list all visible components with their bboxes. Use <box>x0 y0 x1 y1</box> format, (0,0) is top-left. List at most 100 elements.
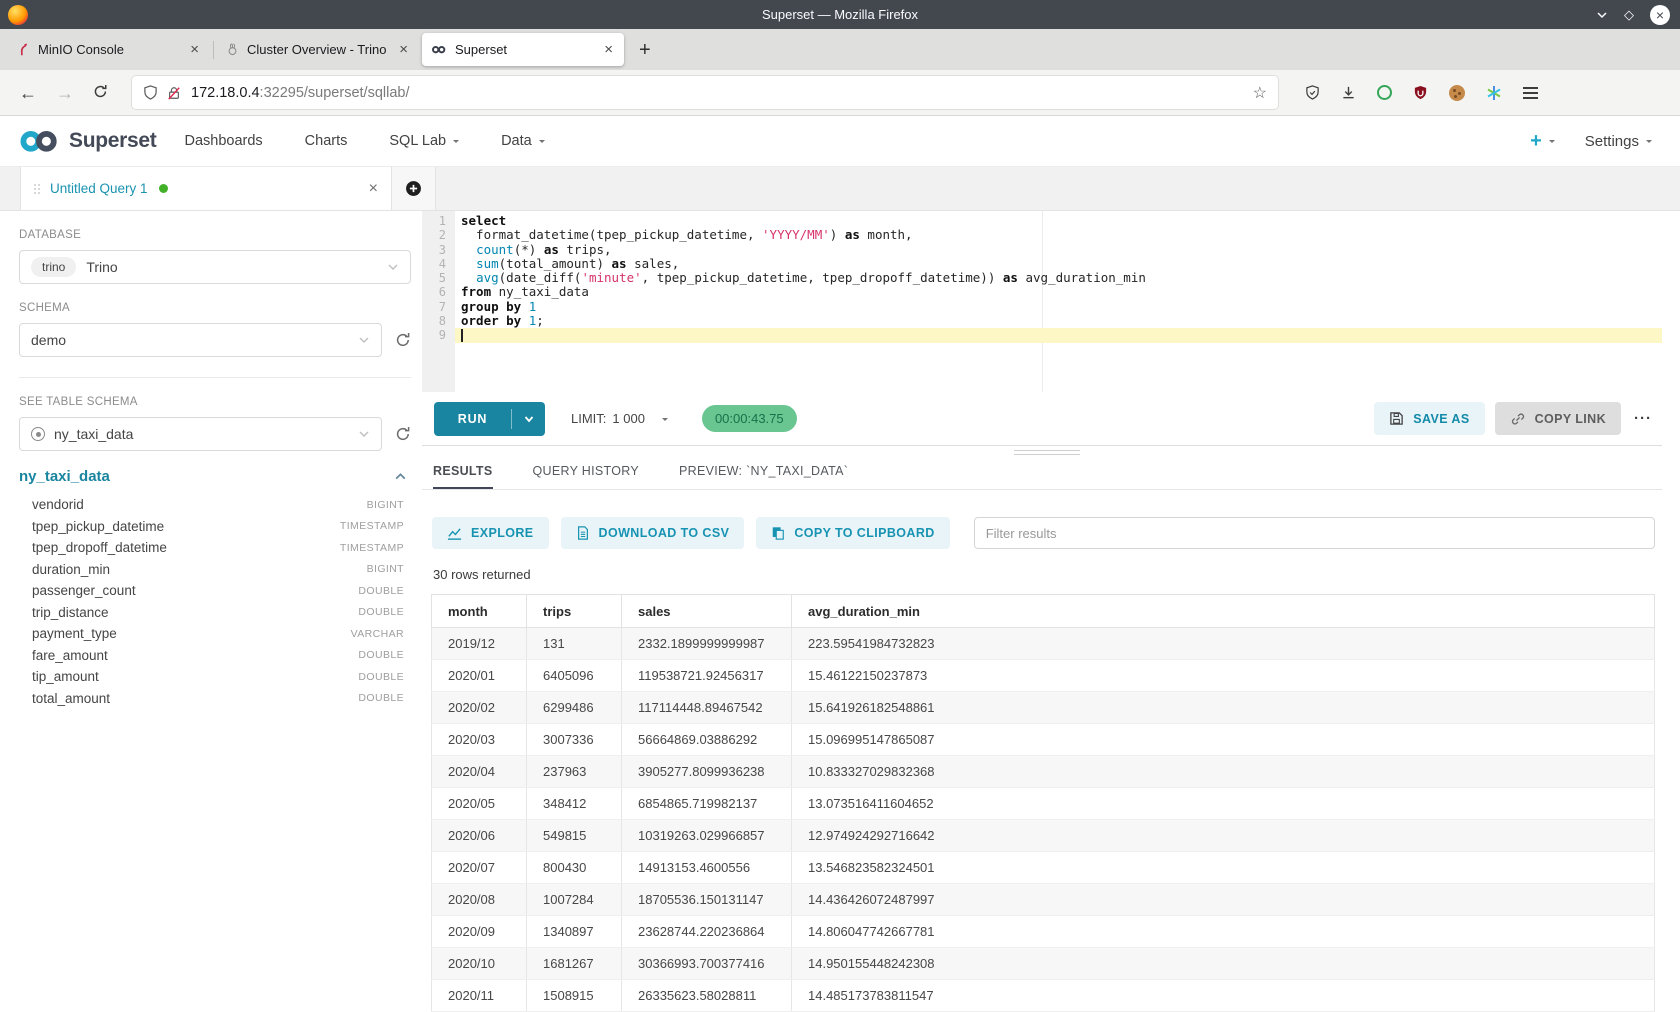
code-line-3[interactable]: count(*) as trips, <box>455 243 1662 257</box>
browser-tab-superset[interactable]: Superset × <box>422 33 624 66</box>
download-csv-button[interactable]: DOWNLOAD TO CSV <box>561 517 745 549</box>
column-header-sales[interactable]: sales <box>622 595 792 628</box>
reload-button[interactable] <box>93 84 108 102</box>
browser-tab-minio[interactable]: MinIO Console × <box>8 33 210 66</box>
schema-column-tpep-pickup-datetime[interactable]: tpep_pickup_datetimeTIMESTAMP <box>19 516 411 538</box>
add-query-tab-button[interactable] <box>392 167 436 210</box>
table-name-heading[interactable]: ny_taxi_data <box>19 468 110 485</box>
url-bar[interactable]: 172.18.0.4 :32295/superset/sqllab/ ☆ <box>132 76 1278 109</box>
nav-item-label: Charts <box>305 133 348 149</box>
code-line-7[interactable]: group by 1 <box>455 300 1662 314</box>
window-close-icon[interactable]: × <box>1650 5 1670 25</box>
superset-logo[interactable]: Superset <box>16 129 156 154</box>
nav-item-charts[interactable]: Charts <box>305 133 348 149</box>
ublock-icon[interactable] <box>1413 85 1428 100</box>
window-maximize-icon[interactable]: ◇ <box>1624 7 1634 23</box>
table-row[interactable]: 2020/11150891526335623.5802881114.485173… <box>432 980 1655 1012</box>
menu-hamburger-icon[interactable] <box>1523 84 1538 102</box>
schema-column-tip-amount[interactable]: tip_amountDOUBLE <box>19 666 411 688</box>
table-row[interactable]: 2020/10168126730366993.70037741614.95015… <box>432 948 1655 980</box>
schema-column-payment-type[interactable]: payment_typeVARCHAR <box>19 623 411 645</box>
table-row[interactable]: 2020/0780043014913153.460055613.54682358… <box>432 852 1655 884</box>
copy-clipboard-button[interactable]: COPY TO CLIPBOARD <box>756 517 949 549</box>
splitter-grip[interactable] <box>1014 447 1080 455</box>
schema-column-tpep-dropoff-datetime[interactable]: tpep_dropoff_datetimeTIMESTAMP <box>19 537 411 559</box>
new-tab-button[interactable]: + <box>639 40 651 60</box>
database-select[interactable]: trino Trino <box>19 250 411 284</box>
snowflake-extension-icon[interactable] <box>1486 85 1502 101</box>
query-tab-active[interactable]: Untitled Query 1 × <box>20 167 392 210</box>
schema-column-vendorid[interactable]: vendorid BIGINT <box>19 494 411 516</box>
tab-close-icon[interactable]: × <box>188 42 201 57</box>
schema-column-fare-amount[interactable]: fare_amountDOUBLE <box>19 645 411 667</box>
back-button[interactable]: ← <box>19 84 37 102</box>
table-row[interactable]: 2020/0654981510319263.02996685712.974924… <box>432 820 1655 852</box>
column-name: vendorid <box>32 497 84 512</box>
pocket-shield-icon[interactable] <box>1305 85 1320 100</box>
pane-splitter[interactable] <box>422 445 1662 452</box>
table-select[interactable]: ny_taxi_data <box>19 417 382 451</box>
save-as-button[interactable]: SAVE AS <box>1374 402 1484 435</box>
run-button[interactable]: RUN <box>434 402 545 436</box>
code-line-4[interactable]: sum(total_amount) as sales, <box>455 257 1662 271</box>
tab-close-icon[interactable]: × <box>602 42 615 57</box>
explore-button[interactable]: EXPLORE <box>432 517 549 549</box>
code-line-8[interactable]: order by 1; <box>455 314 1662 328</box>
copy-link-button[interactable]: COPY LINK <box>1495 402 1621 435</box>
table-row[interactable]: 2020/09134089723628744.22023686414.80604… <box>432 916 1655 948</box>
results-tab-query-history[interactable]: QUERY HISTORY <box>533 455 639 489</box>
nav-item-sql-lab[interactable]: SQL Lab <box>389 133 459 149</box>
column-header-month[interactable]: month <box>432 595 527 628</box>
code-token: group by <box>461 299 521 314</box>
nav-item-data[interactable]: Data <box>501 133 545 149</box>
results-tab-results[interactable]: RESULTS <box>433 455 493 489</box>
collapse-chevron-up-icon[interactable] <box>394 470 407 483</box>
settings-menu[interactable]: Settings <box>1585 133 1652 150</box>
schema-column-total-amount[interactable]: total_amountDOUBLE <box>19 688 411 710</box>
table-row[interactable]: 2019/121312332.1899999999987223.59541984… <box>432 628 1655 660</box>
nav-item-dashboards[interactable]: Dashboards <box>184 133 262 149</box>
code-line-6[interactable]: from ny_taxi_data <box>455 285 1662 299</box>
code-line-2[interactable]: format_datetime(tpep_pickup_datetime, 'Y… <box>455 228 1662 242</box>
schema-column-trip-distance[interactable]: trip_distanceDOUBLE <box>19 602 411 624</box>
table-cell: 3905277.8099936238 <box>622 756 792 788</box>
code-line-5[interactable]: avg(date_diff('minute', tpep_pickup_date… <box>455 271 1662 285</box>
add-new-button[interactable]: + <box>1530 131 1555 151</box>
cookie-icon[interactable] <box>1449 85 1465 101</box>
schema-column-passenger-count[interactable]: passenger_countDOUBLE <box>19 580 411 602</box>
column-header-trips[interactable]: trips <box>527 595 622 628</box>
browser-tab-trino[interactable]: Cluster Overview - Trino × <box>217 33 419 66</box>
downloads-icon[interactable] <box>1341 85 1356 100</box>
window-minimize-icon[interactable] <box>1596 9 1608 21</box>
table-row[interactable]: 2020/053484126854865.71998213713.0735164… <box>432 788 1655 820</box>
bookmark-star-icon[interactable]: ☆ <box>1253 83 1267 103</box>
table-row[interactable]: 2020/016405096119538721.9245631715.46122… <box>432 660 1655 692</box>
tab-close-icon[interactable]: × <box>397 42 410 57</box>
code-token: ) <box>830 227 845 242</box>
refresh-table-icon[interactable] <box>395 426 411 442</box>
code-line-1[interactable]: select <box>455 214 1662 228</box>
filter-results-input[interactable] <box>974 517 1655 549</box>
table-row[interactable]: 2020/042379633905277.809993623810.833327… <box>432 756 1655 788</box>
drag-handle-icon[interactable] <box>34 184 36 186</box>
table-row[interactable]: 2020/08100728418705536.15013114714.43642… <box>432 884 1655 916</box>
schema-select[interactable]: demo <box>19 323 382 357</box>
forward-button[interactable]: → <box>56 84 74 102</box>
column-type: BIGINT <box>367 499 404 511</box>
column-header-avg-duration-min[interactable]: avg_duration_min <box>792 595 1655 628</box>
results-tab-preview-ny-taxi-data[interactable]: PREVIEW: `NY_TAXI_DATA` <box>679 455 848 489</box>
run-options-caret[interactable] <box>512 402 545 436</box>
extension-icon[interactable] <box>1377 85 1392 100</box>
schema-column-duration-min[interactable]: duration_minBIGINT <box>19 559 411 581</box>
table-row[interactable]: 2020/026299486117114448.8946754215.64192… <box>432 692 1655 724</box>
query-tab-close-icon[interactable]: × <box>369 181 378 197</box>
limit-dropdown[interactable]: LIMIT: 1 000 <box>571 411 668 426</box>
shield-permissions-icon[interactable] <box>143 85 158 100</box>
more-options-icon[interactable]: ··· <box>1634 410 1652 427</box>
table-row[interactable]: 2020/03300733656664869.0388629215.096995… <box>432 724 1655 756</box>
insecure-lock-icon[interactable] <box>167 86 181 100</box>
refresh-schema-icon[interactable] <box>395 332 411 348</box>
sql-code-editor[interactable]: 123456789 select format_datetime(tpep_pi… <box>422 211 1662 392</box>
editor-code-area[interactable]: select format_datetime(tpep_pickup_datet… <box>455 211 1662 392</box>
code-line-9[interactable] <box>455 328 1662 342</box>
